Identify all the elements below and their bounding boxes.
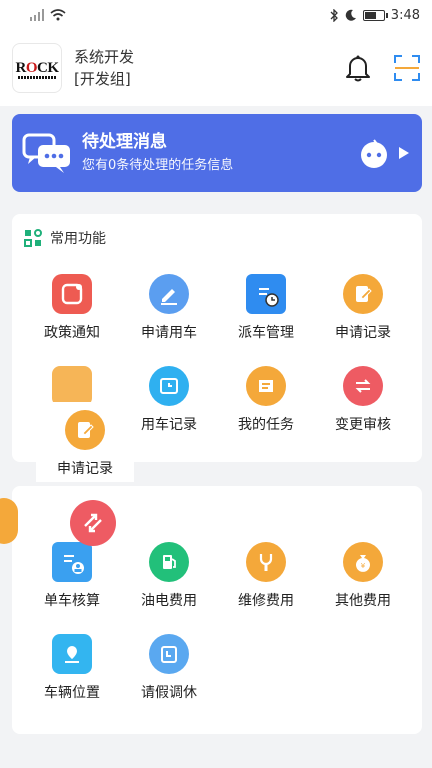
my-task-button[interactable]: 我的任务 <box>216 366 316 434</box>
apply-record-icon <box>343 274 383 314</box>
app-header: R O CK 系统开发 [开发组] <box>0 30 432 106</box>
change-review-button[interactable]: 变更审核 <box>313 366 413 434</box>
dispatch-manage-icon <box>246 274 286 314</box>
grid-apps-icon <box>24 229 42 247</box>
scan-icon[interactable] <box>394 55 420 81</box>
vehicle-location-button[interactable]: 车辆位置 <box>22 634 122 702</box>
apply-record-button[interactable]: 申请记录 <box>313 274 413 342</box>
ghost-slot-icon <box>52 366 92 406</box>
dragging-item[interactable]: 申请记录 <box>36 402 134 482</box>
company-logo: R O CK <box>12 43 62 93</box>
banner-title: 待处理消息 <box>82 132 167 152</box>
status-bar: 3:48 <box>0 0 432 30</box>
vehicle-location-icon <box>52 634 92 674</box>
bell-icon[interactable] <box>344 53 372 83</box>
car-accounting-icon <box>52 542 92 582</box>
chat-bubbles-icon <box>22 133 70 173</box>
pending-messages-banner[interactable]: 待处理消息 您有0条待处理的任务信息 <box>12 114 422 192</box>
my-task-icon <box>246 366 286 406</box>
repair-cost-icon <box>246 542 286 582</box>
swap-arrows-icon[interactable] <box>70 500 116 546</box>
do-not-disturb-moon-icon <box>345 9 356 21</box>
apply-car-icon <box>149 274 189 314</box>
other-cost-icon: ¥ <box>343 542 383 582</box>
policy-notice-icon <box>52 274 92 314</box>
battery-icon <box>362 9 388 21</box>
car-record-button[interactable]: 用车记录 <box>119 366 219 434</box>
play-arrow-icon[interactable] <box>398 146 410 160</box>
robot-mascot-icon <box>361 139 387 168</box>
svg-text:¥: ¥ <box>361 562 366 570</box>
bluetooth-icon <box>330 8 338 22</box>
car-record-icon <box>149 366 189 406</box>
leave-button[interactable]: 请假调休 <box>119 634 219 702</box>
change-review-icon <box>343 366 383 406</box>
org-group: [开发组] <box>74 70 131 88</box>
section-title: 常用功能 <box>50 231 106 247</box>
leave-icon <box>149 634 189 674</box>
car-accounting-button[interactable]: 单车核算 <box>22 542 122 610</box>
ghost-slot <box>22 366 122 406</box>
cell-signal-icon <box>30 9 44 21</box>
repair-cost-button[interactable]: 维修费用 <box>216 542 316 610</box>
fuel-cost-button[interactable]: 油电费用 <box>119 542 219 610</box>
dispatch-manage-button[interactable]: 派车管理 <box>216 274 316 342</box>
other-cost-button[interactable]: ¥ 其他费用 <box>313 542 413 610</box>
organization-info[interactable]: 系统开发 [开发组] <box>74 46 134 90</box>
floating-item-edge[interactable] <box>0 498 18 544</box>
policy-notice-button[interactable]: 政策通知 <box>22 274 122 342</box>
apply-car-button[interactable]: 申请用车 <box>119 274 219 342</box>
status-time: 3:48 <box>390 7 420 23</box>
apply-record-icon <box>65 410 105 450</box>
fuel-cost-icon <box>149 542 189 582</box>
wifi-icon <box>50 9 66 21</box>
org-name: 系统开发 <box>74 48 135 66</box>
banner-subtitle: 您有0条待处理的任务信息 <box>82 158 234 173</box>
